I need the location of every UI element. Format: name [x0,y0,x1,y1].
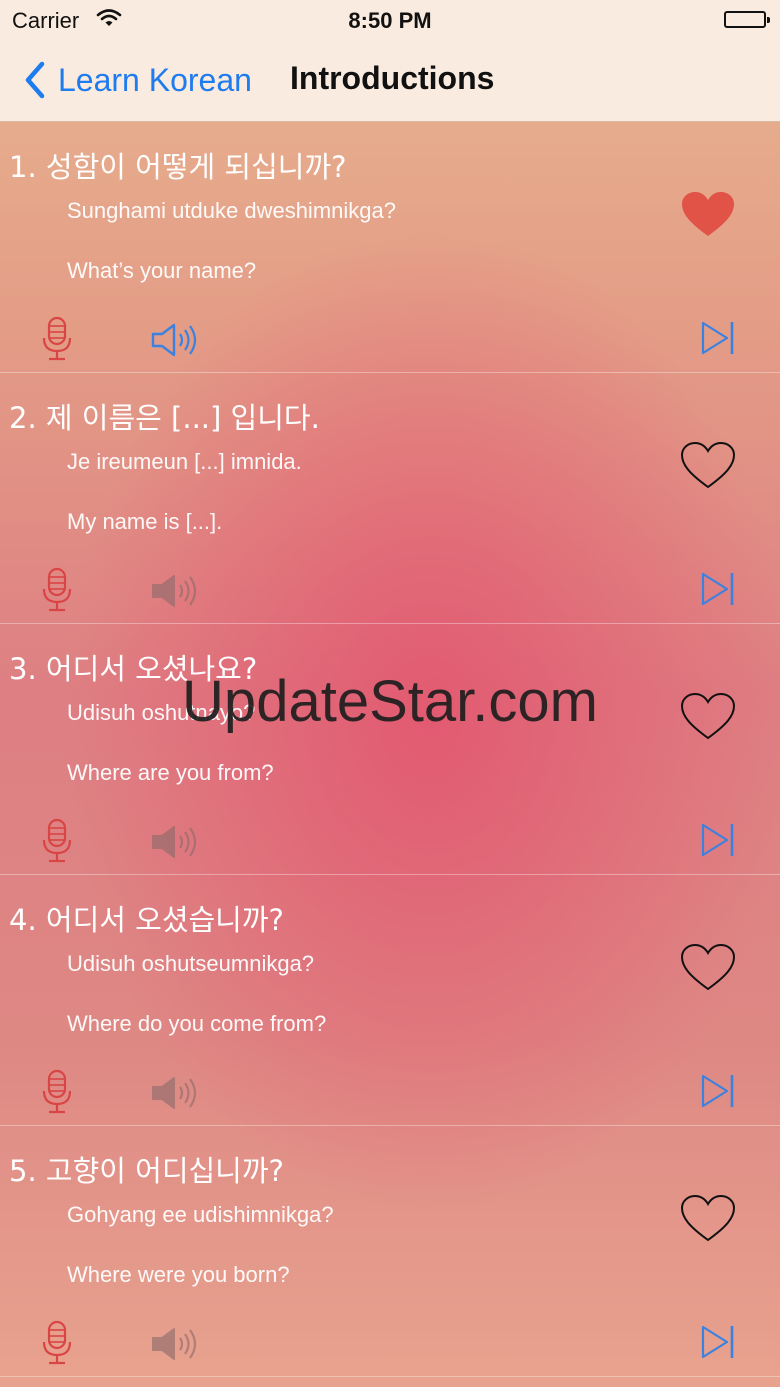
romanization-text: Gohyang ee udishimnikga? [67,1202,334,1227]
english-translation: My name is [...]. [67,509,223,534]
english-translation: Where do you come from? [67,1011,327,1036]
romanization-text: Je ireumeun [...] imnida. [67,449,302,474]
microphone-icon[interactable] [40,818,74,864]
navigation-bar: Carrier 8:50 PM Learn Korean Introductio… [0,0,780,122]
microphone-icon[interactable] [40,1069,74,1115]
speaker-icon[interactable] [150,322,208,358]
phrase-row: 4. 어디서 오셨습니까? Udisuh oshutseumnikga? Whe… [0,875,780,1126]
korean-phrase: 5. 고향이 어디십니까? [9,1154,284,1188]
speaker-icon[interactable] [150,824,208,860]
back-label: Learn Korean [58,61,252,98]
page-title: Introductions [290,60,495,96]
status-bar: Carrier 8:50 PM [0,0,780,40]
skip-next-icon[interactable] [700,1324,736,1360]
speaker-icon[interactable] [150,1326,208,1362]
heart-icon[interactable] [680,943,736,993]
phrase-row: 5. 고향이 어디십니까? Gohyang ee udishimnikga? W… [0,1126,780,1377]
nav-bar: Learn Korean Introductions [0,46,780,116]
english-translation: Where are you from? [67,760,274,785]
speaker-icon[interactable] [150,1075,208,1111]
korean-phrase: 4. 어디서 오셨습니까? [9,903,284,937]
heart-icon[interactable] [680,190,736,240]
back-button[interactable]: Learn Korean [20,58,252,102]
romanization-text: Sunghami utduke dweshimnikga? [67,198,396,223]
microphone-icon[interactable] [40,1320,74,1366]
english-translation: Where were you born? [67,1262,290,1287]
phrase-row: 1. 성함이 어떻게 되십니까? Sunghami utduke dweshim… [0,122,780,373]
phrase-row: 3. 어디서 오셨나요? Udisuh oshutnayo? Where are… [0,624,780,875]
microphone-icon[interactable] [40,567,74,613]
speaker-icon[interactable] [150,573,208,609]
skip-next-icon[interactable] [700,1073,736,1109]
heart-icon[interactable] [680,441,736,491]
korean-phrase: 1. 성함이 어떻게 되십니까? [9,150,347,184]
phrase-row: 2. 제 이름은 [...] 입니다. Je ireumeun [...] im… [0,373,780,624]
skip-next-icon[interactable] [700,822,736,858]
heart-icon[interactable] [680,1194,736,1244]
skip-next-icon[interactable] [700,320,736,356]
phrase-list: 1. 성함이 어떻게 되십니까? Sunghami utduke dweshim… [0,122,780,1377]
watermark-text: UpdateStar.com [182,669,598,734]
skip-next-icon[interactable] [700,571,736,607]
status-time: 8:50 PM [348,8,432,33]
chevron-left-icon [25,61,45,99]
korean-phrase: 2. 제 이름은 [...] 입니다. [9,401,320,435]
battery-icon [724,11,770,28]
english-translation: What’s your name? [67,258,257,283]
romanization-text: Udisuh oshutseumnikga? [67,951,315,976]
microphone-icon[interactable] [40,316,74,362]
